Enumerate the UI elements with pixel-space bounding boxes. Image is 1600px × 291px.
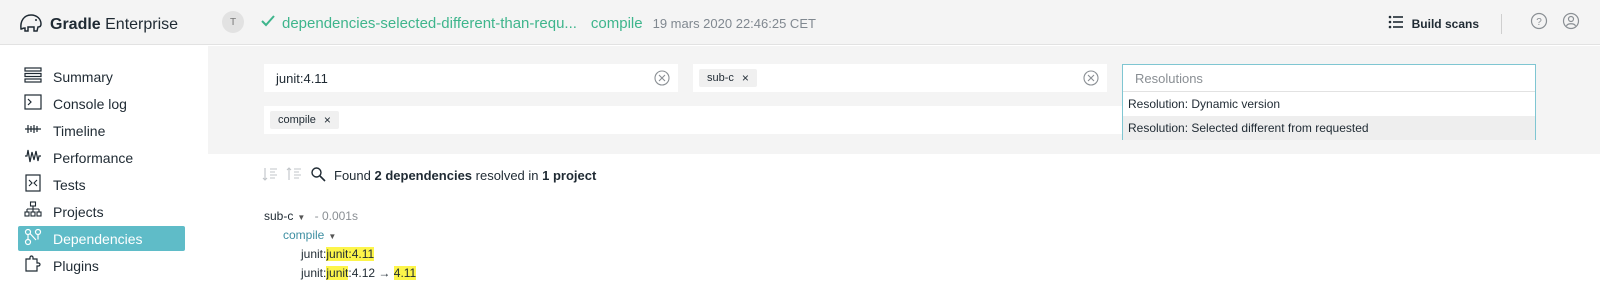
results-summary: Found 2 dependencies resolved in 1 proje…: [334, 168, 597, 183]
sidebar-item-projects[interactable]: Projects: [18, 199, 185, 224]
expand-all-icon[interactable]: [286, 166, 310, 185]
dependencies-icon: [24, 228, 53, 249]
build-scans-button[interactable]: Build scans: [1388, 15, 1479, 32]
sidebar-item-label: Performance: [53, 149, 134, 166]
results-toolbar: Found 2 dependencies resolved in 1 proje…: [262, 166, 596, 185]
divider: [1501, 13, 1502, 34]
sidebar: Summary Console log Timeline Performance…: [0, 46, 208, 291]
dep-group: junit:: [301, 247, 327, 261]
dep-name-highlight: junit: [326, 266, 349, 280]
sidebar-item-timeline[interactable]: Timeline: [18, 118, 185, 143]
svg-text:?: ?: [1536, 17, 1542, 28]
sidebar-item-console-log[interactable]: Console log: [18, 91, 185, 116]
projects-icon: [24, 201, 53, 222]
dropdown-option-selected[interactable]: Resolution: Selected different from requ…: [1123, 116, 1535, 140]
tree-configuration-row[interactable]: compile ▼: [283, 228, 336, 242]
tree-project-row[interactable]: sub-c ▼ - 0.001s: [264, 209, 358, 223]
chip-remove-icon[interactable]: ×: [324, 113, 331, 127]
configuration-name: compile: [283, 228, 325, 242]
dep-selected-version-highlight: 4.11: [393, 266, 417, 280]
app-logo[interactable]: Gradle Enterprise: [18, 11, 178, 38]
build-name[interactable]: dependencies-selected-different-than-req…: [282, 15, 577, 32]
sidebar-item-performance[interactable]: Performance: [18, 145, 185, 170]
project-time: - 0.001s: [314, 209, 358, 223]
chevron-down-icon[interactable]: ▼: [297, 213, 305, 222]
collapse-all-icon[interactable]: [262, 166, 286, 185]
resolutions-dropdown[interactable]: Resolutions Resolution: Dynamic version …: [1122, 64, 1536, 140]
top-right-actions: Build scans ?: [1388, 12, 1580, 35]
elephant-logo-icon: [18, 11, 44, 38]
tests-icon: [24, 174, 53, 195]
chip-label: compile: [278, 114, 316, 126]
sidebar-item-label: Console log: [53, 95, 127, 112]
build-scans-label: Build scans: [1411, 16, 1479, 31]
sidebar-item-label: Timeline: [53, 122, 106, 139]
build-title: dependencies-selected-different-than-req…: [260, 13, 816, 34]
dep-version-highlight: 4.11: [351, 247, 375, 261]
dep-name-highlight: junit: [326, 247, 349, 261]
sidebar-item-dependencies[interactable]: Dependencies: [18, 226, 185, 251]
top-bar: Gradle Enterprise T dependencies-selecte…: [0, 0, 1600, 45]
filter-panel: junit:4.11 sub-c × compile × Resolutions…: [208, 46, 1600, 154]
dep-group: junit:: [301, 266, 327, 280]
project-chip: sub-c ×: [699, 69, 757, 87]
help-icon[interactable]: ?: [1516, 12, 1548, 35]
check-icon: [260, 13, 282, 34]
summary-icon: [24, 66, 53, 87]
timeline-icon: [24, 120, 53, 141]
search-icon[interactable]: [310, 166, 334, 185]
dep-requested-version: 4.12: [351, 266, 376, 280]
chevron-down-icon[interactable]: ▼: [328, 232, 336, 241]
sidebar-item-plugins[interactable]: Plugins: [18, 253, 185, 278]
build-task: compile: [590, 15, 643, 32]
tree-dependency-row[interactable]: junit:junit:4.12 → 4.11: [301, 266, 417, 280]
tree-dependency-row[interactable]: junit:junit:4.11: [301, 247, 375, 261]
sidebar-item-summary[interactable]: Summary: [18, 64, 185, 89]
chip-remove-icon[interactable]: ×: [742, 71, 749, 85]
user-avatar[interactable]: T: [222, 11, 244, 33]
list-icon: [1388, 15, 1412, 32]
configuration-chip: compile ×: [270, 111, 339, 129]
sidebar-item-tests[interactable]: Tests: [18, 172, 185, 197]
configuration-filter-input[interactable]: compile ×: [264, 106, 1122, 134]
dropdown-option[interactable]: Resolution: Dynamic version: [1123, 92, 1535, 116]
search-value: junit:4.11: [276, 70, 328, 86]
performance-icon: [24, 147, 53, 168]
sidebar-item-label: Dependencies: [53, 230, 143, 247]
plugins-icon: [24, 255, 53, 276]
console-icon: [24, 93, 53, 114]
sidebar-item-label: Projects: [53, 203, 104, 220]
arrow-icon: →: [378, 266, 391, 280]
dependency-search-input[interactable]: junit:4.11: [264, 64, 678, 92]
sidebar-item-label: Tests: [53, 176, 86, 193]
project-name: sub-c: [264, 209, 294, 223]
chip-label: sub-c: [707, 72, 734, 84]
build-date: 19 mars 2020 22:46:25 CET: [652, 16, 816, 31]
project-filter-input[interactable]: sub-c ×: [693, 64, 1107, 92]
sidebar-item-label: Summary: [53, 68, 113, 85]
resolutions-search-input[interactable]: Resolutions: [1123, 65, 1535, 92]
sidebar-item-label: Plugins: [53, 257, 99, 274]
logo-text: Gradle Enterprise: [50, 15, 179, 33]
user-icon[interactable]: [1548, 12, 1580, 35]
